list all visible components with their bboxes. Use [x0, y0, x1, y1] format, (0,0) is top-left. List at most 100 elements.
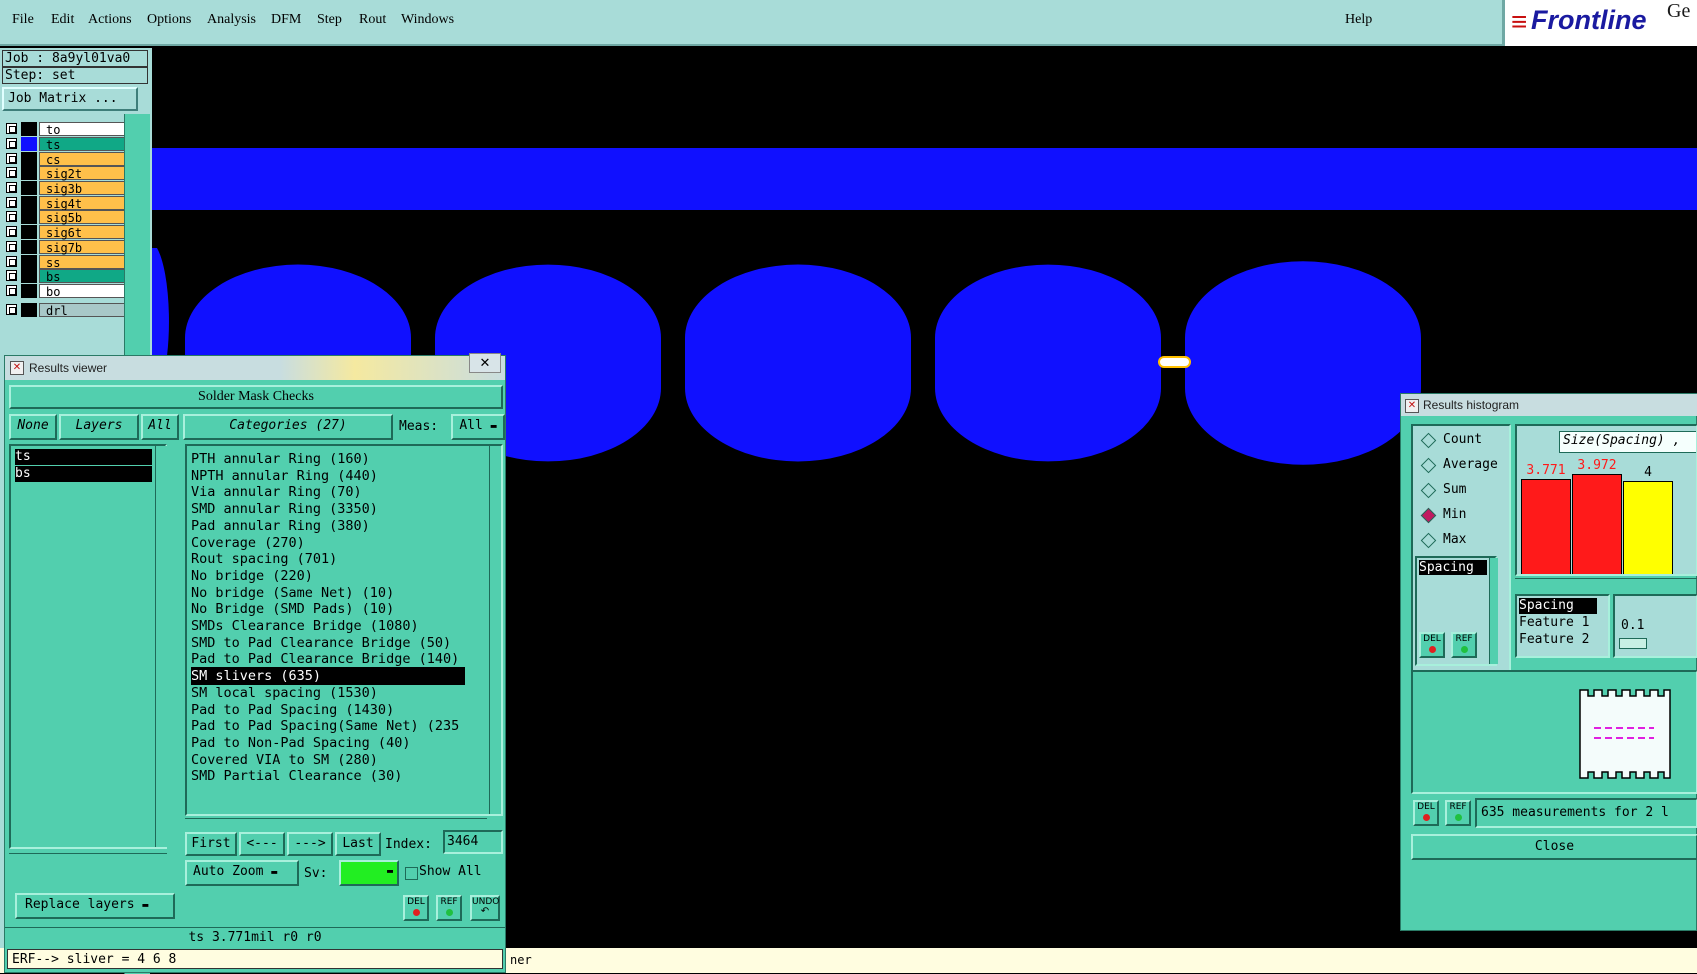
sliver-highlight-marker[interactable] [1158, 356, 1191, 368]
menu-rout[interactable]: Rout [359, 12, 386, 28]
layer-row[interactable]: to [6, 122, 126, 137]
category-item[interactable]: Pad to Pad Clearance Bridge (140) [191, 650, 459, 668]
none-button[interactable]: None [9, 414, 57, 440]
measure-list-scrollbar[interactable] [1489, 558, 1498, 664]
histogram-del-button[interactable]: DEL [1419, 632, 1445, 658]
layer-result-item[interactable]: bs [15, 466, 152, 482]
last-button[interactable]: Last [335, 832, 381, 856]
auto-zoom-dropdown[interactable]: Auto Zoom ▬ [185, 860, 299, 886]
layer-name[interactable]: sig6t [39, 225, 126, 240]
category-item[interactable]: No bridge (220) [191, 567, 313, 585]
ref-button[interactable]: REF [436, 895, 462, 921]
close-button[interactable]: Close [1411, 834, 1697, 860]
histogram-bar[interactable] [1521, 479, 1571, 574]
sort-list[interactable]: Spacing Feature 1 Feature 2 [1515, 594, 1610, 658]
category-item[interactable]: PTH annular Ring (160) [191, 450, 370, 468]
category-item[interactable]: No bridge (Same Net) (10) [191, 584, 394, 602]
category-item[interactable]: Via annular Ring (70) [191, 483, 362, 501]
category-item[interactable]: Pad to Pad Spacing(Same Net) (235 [191, 717, 459, 735]
meas-dropdown[interactable]: All ▬ [451, 414, 505, 440]
categories-list[interactable]: PTH annular Ring (160) NPTH annular Ring … [185, 444, 503, 816]
job-matrix-button[interactable]: Job Matrix ... [2, 87, 138, 111]
menu-help[interactable]: Help [1345, 12, 1372, 28]
layer-visibility-checkbox[interactable] [6, 153, 17, 164]
preview-ref-button[interactable]: REF [1445, 800, 1471, 826]
layer-row[interactable]: sig7b [6, 240, 126, 255]
layer-name[interactable]: ts [39, 137, 126, 152]
layer-visibility-checkbox[interactable] [6, 138, 17, 149]
menu-edit[interactable]: Edit [51, 12, 74, 28]
layer-name[interactable]: sig4t [39, 196, 126, 211]
layer-row[interactable]: bo [6, 284, 126, 299]
layer-visibility-checkbox[interactable] [6, 241, 17, 252]
menu-step[interactable]: Step [317, 12, 342, 28]
category-item[interactable]: Pad to Non-Pad Spacing (40) [191, 734, 410, 752]
histogram-hscrollbar[interactable] [1515, 578, 1697, 586]
category-item[interactable]: SMDs Clearance Bridge (1080) [191, 617, 419, 635]
category-item[interactable]: Covered VIA to SM (280) [191, 751, 378, 769]
prev-button[interactable]: <--- [239, 832, 285, 856]
layer-row[interactable]: cs [6, 152, 126, 167]
bin-step-control[interactable]: 0.1 [1613, 594, 1697, 658]
layer-visibility-checkbox[interactable] [6, 256, 17, 267]
layer-result-list[interactable]: ts bs [9, 444, 168, 849]
layer-name[interactable]: drl [39, 303, 126, 318]
bin-step-slider[interactable] [1619, 638, 1647, 649]
category-item[interactable]: Pad annular Ring (380) [191, 517, 370, 535]
category-item[interactable]: SM local spacing (1530) [191, 684, 378, 702]
layer-visibility-checkbox[interactable] [6, 285, 17, 296]
measure-item[interactable]: Spacing [1419, 560, 1487, 575]
first-button[interactable]: First [185, 832, 237, 856]
preview-del-button[interactable]: DEL [1413, 800, 1439, 826]
layer-name[interactable]: bo [39, 284, 126, 299]
histogram-ref-button[interactable]: REF [1451, 632, 1477, 658]
all-button[interactable]: All [141, 414, 179, 440]
layer-visibility-checkbox[interactable] [6, 211, 17, 222]
layer-row[interactable]: sig2t [6, 166, 126, 181]
layer-row[interactable]: sig4t [6, 196, 126, 211]
layers-tab[interactable]: Layers [59, 414, 139, 440]
solder-mask-checks-header[interactable]: Solder Mask Checks [9, 385, 503, 409]
menu-windows[interactable]: Windows [401, 12, 454, 28]
layer-visibility-checkbox[interactable] [6, 270, 17, 281]
layer-name[interactable]: ss [39, 255, 126, 270]
menu-actions[interactable]: Actions [88, 12, 132, 28]
severity-dropdown[interactable]: ▬ [339, 860, 399, 886]
show-all-checkbox[interactable] [405, 867, 418, 880]
layer-row[interactable]: sig5b [6, 210, 126, 225]
window-menu-icon[interactable]: ✕ [10, 361, 24, 375]
categories-tab[interactable]: Categories (27) [183, 414, 393, 440]
menu-analysis[interactable]: Analysis [207, 12, 256, 28]
layer-name[interactable]: sig3b [39, 181, 126, 196]
categories-scrollbar[interactable] [489, 446, 501, 814]
layer-visibility-checkbox[interactable] [6, 197, 17, 208]
category-item[interactable]: SM slivers (635) [191, 667, 465, 686]
layer-visibility-checkbox[interactable] [6, 123, 17, 134]
category-item[interactable]: SMD Partial Clearance (30) [191, 767, 402, 785]
category-item[interactable]: No Bridge (SMD Pads) (10) [191, 600, 394, 618]
layer-visibility-checkbox[interactable] [6, 304, 17, 315]
menu-options[interactable]: Options [147, 12, 191, 28]
index-field[interactable]: 3464 [443, 830, 503, 854]
layer-name[interactable]: bs [39, 269, 126, 284]
categories-hscrollbar[interactable] [185, 818, 487, 828]
histogram-bar[interactable] [1572, 474, 1622, 574]
menu-dfm[interactable]: DFM [271, 12, 301, 28]
histogram-bar[interactable] [1623, 481, 1673, 574]
results-viewer-titlebar[interactable]: ✕ Results viewer ✕ [5, 353, 505, 380]
layer-name[interactable]: sig7b [39, 240, 126, 255]
del-button[interactable]: DEL [403, 895, 429, 921]
replace-layers-dropdown[interactable]: Replace layers ▬ [15, 893, 175, 919]
category-item[interactable]: Pad to Pad Spacing (1430) [191, 701, 394, 719]
next-button[interactable]: ---> [287, 832, 333, 856]
layer-name[interactable]: sig5b [39, 210, 126, 225]
layer-row[interactable]: bs [6, 269, 126, 284]
layer-row[interactable]: ts [6, 137, 126, 152]
category-item[interactable]: Coverage (270) [191, 534, 305, 552]
close-window-icon[interactable]: ✕ [469, 353, 501, 373]
layer-list-hscrollbar[interactable] [9, 853, 167, 863]
layer-name[interactable]: to [39, 122, 126, 137]
layer-row[interactable]: drl [6, 303, 126, 318]
layer-visibility-checkbox[interactable] [6, 182, 17, 193]
sort-item[interactable]: Spacing [1519, 598, 1597, 614]
